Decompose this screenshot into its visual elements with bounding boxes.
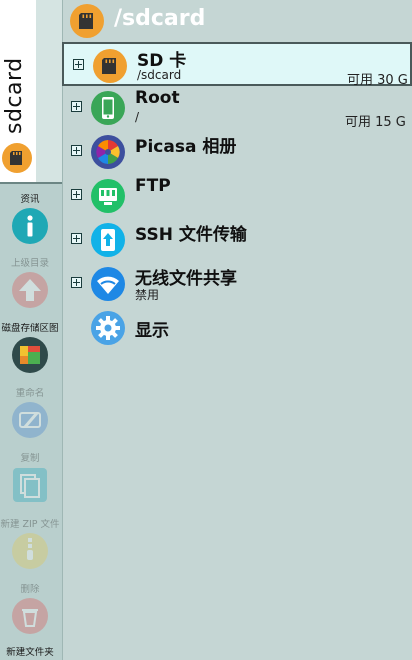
location-ftp[interactable]: FTP	[62, 174, 412, 218]
left-panel: sdcard 资讯 上级目录 磁盘存储区图 重命名 复制 新建 ZIP 文件 删…	[0, 0, 63, 660]
location-name: 显示	[135, 321, 169, 341]
location-path: /	[135, 110, 140, 124]
ssh-icon	[91, 223, 125, 257]
location-picasa[interactable]: Picasa 相册	[62, 130, 412, 174]
location-name: Root	[135, 88, 180, 108]
ftp-icon	[91, 179, 125, 213]
location-status: 禁用	[135, 288, 160, 302]
expand-icon[interactable]	[71, 277, 82, 288]
tool-new-zip-label: 新建 ZIP 文件	[0, 519, 60, 530]
info-icon	[12, 208, 48, 244]
location-name: FTP	[135, 176, 171, 196]
location-name: Picasa 相册	[135, 137, 237, 157]
location-path: /sdcard	[137, 68, 182, 82]
settings-icon	[91, 311, 125, 345]
tool-delete-button[interactable]: 删除	[0, 583, 60, 645]
current-path: /sdcard	[114, 6, 206, 31]
tool-parent-dir-button[interactable]: 上级目录	[0, 257, 60, 319]
location-name: SSH 文件传输	[135, 225, 247, 245]
expand-icon[interactable]	[71, 233, 82, 244]
location-wifi-share[interactable]: 无线文件共享 禁用	[62, 262, 412, 306]
zip-icon	[12, 533, 48, 569]
sdcard-icon	[70, 4, 104, 38]
picasa-icon	[91, 135, 125, 169]
sdcard-icon	[2, 143, 32, 173]
tool-rename-label: 重命名	[15, 388, 45, 399]
location-sdcard[interactable]: SD 卡 /sdcard 可用 30 G	[62, 42, 412, 88]
phone-icon	[91, 91, 125, 125]
expand-icon[interactable]	[71, 189, 82, 200]
expand-icon[interactable]	[73, 59, 84, 70]
pane-tab[interactable]: sdcard	[0, 0, 62, 184]
tab-title: sdcard	[2, 57, 27, 135]
tool-new-folder-label: 新建文件夹	[6, 647, 54, 658]
rename-icon	[12, 402, 48, 438]
wifi-icon	[91, 267, 125, 301]
path-header[interactable]: /sdcard	[62, 0, 412, 40]
location-display-settings[interactable]: 显示	[62, 306, 412, 350]
tool-info-button[interactable]: 资讯	[0, 193, 60, 255]
arrow-up-icon	[12, 272, 48, 308]
tab-side-band	[36, 0, 62, 182]
location-free-space: 可用 15 G	[345, 115, 406, 130]
tool-disk-map-button[interactable]: 磁盘存储区图	[0, 322, 60, 384]
location-ssh[interactable]: SSH 文件传输	[62, 218, 412, 262]
disk-map-icon	[12, 337, 48, 373]
trash-icon	[12, 598, 48, 634]
location-root[interactable]: Root / 可用 15 G	[62, 86, 412, 130]
tool-info-label: 资讯	[20, 194, 40, 205]
tool-copy-button[interactable]: 复制	[0, 452, 60, 514]
sdcard-icon	[93, 49, 127, 83]
copy-icon	[13, 468, 47, 502]
tool-copy-label: 复制	[20, 453, 40, 464]
tool-disk-map-label: 磁盘存储区图	[1, 323, 59, 334]
expand-icon[interactable]	[71, 101, 82, 112]
tool-delete-label: 删除	[20, 584, 40, 595]
expand-icon[interactable]	[71, 145, 82, 156]
tool-new-folder-button[interactable]: 新建文件夹	[0, 646, 60, 660]
tool-new-zip-button[interactable]: 新建 ZIP 文件	[0, 518, 60, 580]
tool-parent-dir-label: 上级目录	[10, 258, 49, 269]
tool-rename-button[interactable]: 重命名	[0, 387, 60, 449]
